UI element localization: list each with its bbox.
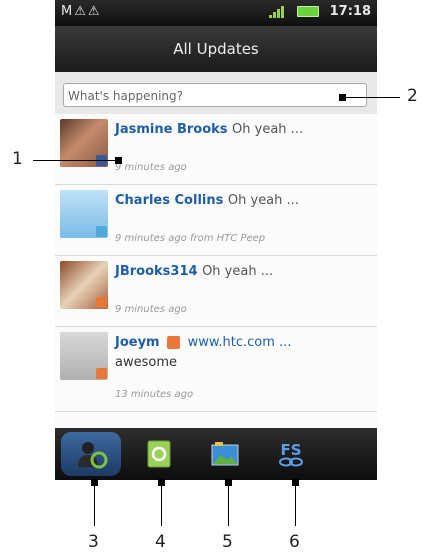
update-item[interactable]: Charles Collins Oh yeah ... 9 minutes ag… xyxy=(55,185,377,256)
update-item[interactable]: Jasmine Brooks Oh yeah ... 9 minutes ago xyxy=(55,114,377,185)
phone-screen: M⚠⚠ 17:18 All Updates What's happening? … xyxy=(55,0,377,480)
callout-dot-1 xyxy=(115,157,122,164)
callout-line-2 xyxy=(342,97,400,98)
avatar[interactable] xyxy=(60,261,108,309)
tab-fs[interactable]: FS xyxy=(261,432,321,476)
update-message: Oh yeah ... xyxy=(232,122,304,137)
signal-icon xyxy=(268,5,287,18)
callout-number-5: 5 xyxy=(222,532,233,552)
status-right: 17:18 xyxy=(268,4,371,19)
twitter-badge-icon xyxy=(96,226,107,237)
fs-icon-label: FS xyxy=(280,441,301,459)
callout-dot-2 xyxy=(339,94,346,101)
author-name[interactable]: Jasmine Brooks xyxy=(115,122,228,137)
people-icon xyxy=(78,442,108,469)
callout-number-2: 2 xyxy=(407,86,418,106)
author-name[interactable]: Charles Collins xyxy=(115,193,223,208)
battery-icon xyxy=(297,6,320,17)
refresh-icon xyxy=(147,440,171,468)
link-icon xyxy=(167,336,181,349)
avatar[interactable] xyxy=(60,190,108,238)
callout-line-1 xyxy=(33,160,118,161)
tab-photos[interactable] xyxy=(195,432,255,476)
callout-line-6 xyxy=(295,482,296,526)
tab-refresh[interactable] xyxy=(129,432,189,476)
status-bar: M⚠⚠ 17:18 xyxy=(55,0,377,26)
update-item[interactable]: Joeym www.htc.com ... awesome 13 minutes… xyxy=(55,327,377,412)
callout-number-1: 1 xyxy=(12,149,23,169)
callout-number-3: 3 xyxy=(88,532,99,552)
plurk-badge-icon xyxy=(96,368,107,379)
update-message: Oh yeah ... xyxy=(202,264,274,279)
callout-dot-6 xyxy=(292,479,299,486)
update-link[interactable]: www.htc.com ... xyxy=(188,335,292,350)
clock: 17:18 xyxy=(329,4,371,19)
update-message: awesome xyxy=(115,355,177,370)
bottom-tab-bar: FS xyxy=(55,428,377,480)
callout-number-6: 6 xyxy=(289,532,300,552)
notification-icons: M⚠⚠ xyxy=(61,4,102,19)
callout-line-3 xyxy=(94,482,95,526)
update-message: Oh yeah ... xyxy=(227,193,299,208)
status-update-input[interactable]: What's happening? xyxy=(63,83,367,107)
fs-icon: FS xyxy=(279,441,303,467)
timestamp: 9 minutes ago xyxy=(115,162,187,173)
timestamp: 9 minutes ago xyxy=(115,304,187,315)
callout-line-5 xyxy=(228,482,229,526)
timestamp: 9 minutes ago from HTC Peep xyxy=(115,233,266,244)
callout-dot-4 xyxy=(158,479,165,486)
search-area: What's happening? xyxy=(55,72,377,114)
timestamp: 13 minutes ago xyxy=(115,389,194,400)
avatar[interactable] xyxy=(60,332,108,380)
author-name[interactable]: JBrooks314 xyxy=(115,264,198,279)
page-title: All Updates xyxy=(55,26,377,72)
updates-list[interactable]: Jasmine Brooks Oh yeah ... 9 minutes ago… xyxy=(55,114,377,428)
photo-icon xyxy=(211,442,239,466)
callout-line-4 xyxy=(161,482,162,526)
callout-number-4: 4 xyxy=(155,532,166,552)
tab-all-updates[interactable] xyxy=(61,432,121,476)
update-item[interactable]: JBrooks314 Oh yeah ... 9 minutes ago xyxy=(55,256,377,327)
callout-dot-5 xyxy=(225,479,232,486)
plurk-badge-icon xyxy=(96,297,107,308)
callout-dot-3 xyxy=(91,479,98,486)
author-name[interactable]: Joeym xyxy=(115,335,160,350)
